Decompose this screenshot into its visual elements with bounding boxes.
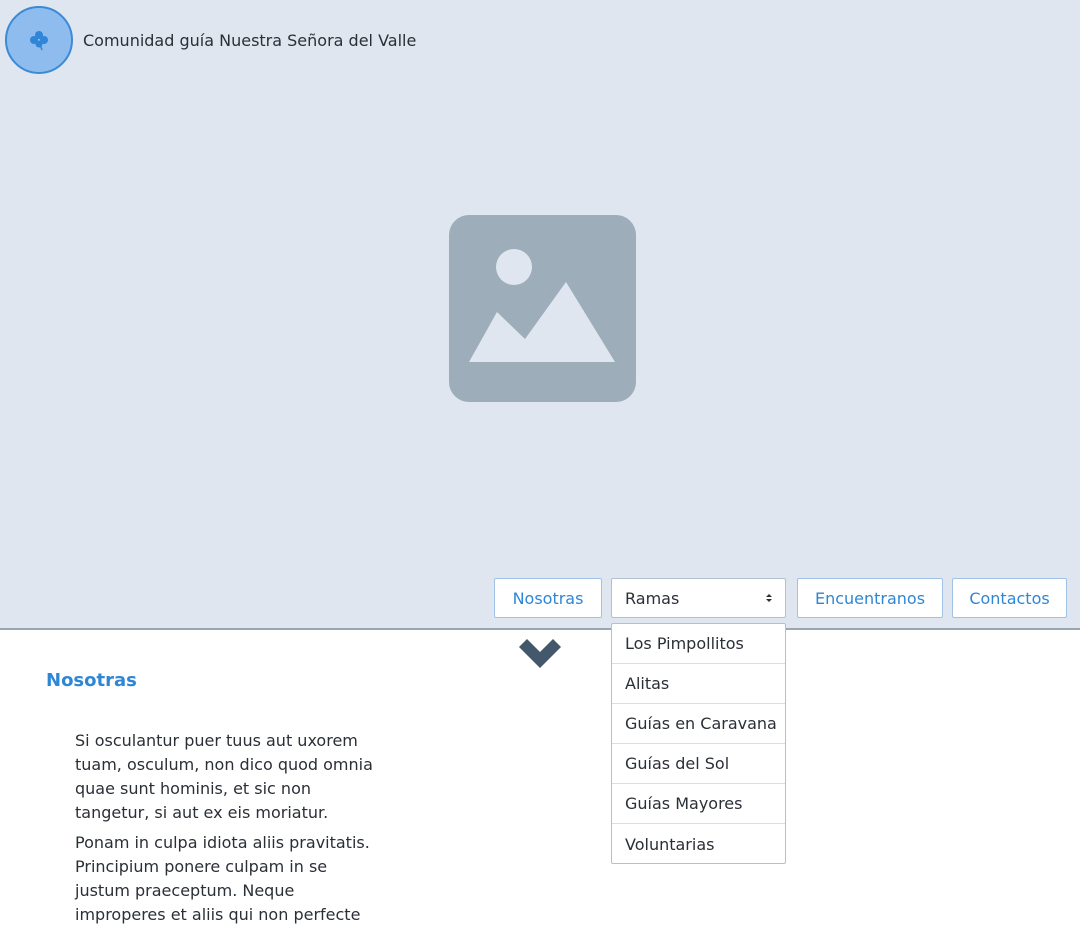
ramas-select-value: Ramas [625, 588, 680, 608]
section-paragraph: Ponam in culpa idiota aliis pravitatis. … [75, 833, 370, 924]
clover-icon [30, 31, 48, 51]
select-caret-icon [766, 594, 772, 602]
nav-nosotras-button[interactable]: Nosotras [494, 578, 602, 618]
chevron-down-icon[interactable] [517, 638, 563, 670]
dropdown-item-voluntarias[interactable]: Voluntarias [612, 824, 785, 864]
dropdown-item-guias-en-caravana[interactable]: Guías en Caravana [612, 704, 785, 744]
nav-contactos-button[interactable]: Contactos [952, 578, 1067, 618]
logo[interactable] [5, 6, 73, 74]
section-title: Nosotras [46, 670, 137, 691]
ramas-dropdown-menu: Los Pimpollitos Alitas Guías en Caravana… [611, 623, 786, 864]
ramas-select[interactable]: Ramas [611, 578, 786, 618]
dropdown-item-alitas[interactable]: Alitas [612, 664, 785, 704]
section-paragraph: Si osculantur puer tuus aut uxorem tuam,… [75, 731, 373, 822]
image-placeholder-icon [449, 215, 636, 402]
site-title: Comunidad guía Nuestra Señora del Valle [83, 31, 417, 50]
dropdown-item-los-pimpollitos[interactable]: Los Pimpollitos [612, 624, 785, 664]
nav-encuentranos-button[interactable]: Encuentranos [797, 578, 943, 618]
dropdown-item-guias-del-sol[interactable]: Guías del Sol [612, 744, 785, 784]
hero-banner: Comunidad guía Nuestra Señora del Valle … [0, 0, 1080, 630]
dropdown-item-guias-mayores[interactable]: Guías Mayores [612, 784, 785, 824]
